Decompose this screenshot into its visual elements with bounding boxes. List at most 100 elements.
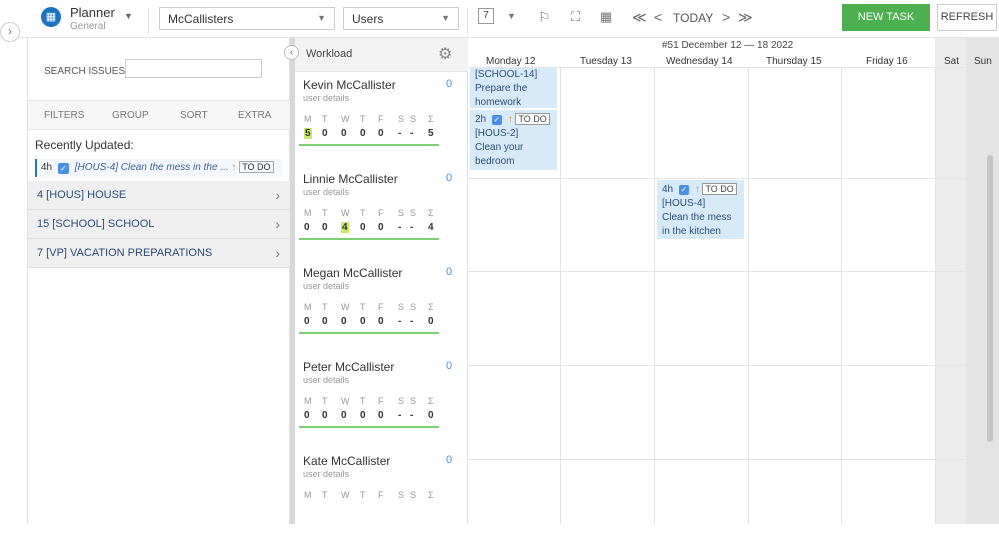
workload-underline [299, 238, 439, 240]
task-card-hous-2[interactable]: 2h ✓ ↑ TO DO [HOUS-2] Clean your bedroom [470, 110, 557, 170]
app-title[interactable]: Planner [70, 5, 115, 20]
status-badge[interactable]: TO DO [239, 161, 274, 173]
workload-underline [299, 332, 439, 334]
user-name[interactable]: Kevin McCallister [303, 78, 396, 92]
group-tab[interactable]: GROUP [112, 110, 149, 121]
search-input[interactable] [125, 59, 262, 78]
day-header-sat: Sat [944, 56, 960, 67]
day-value: 0 [428, 410, 434, 421]
user-name[interactable]: Linnie McCallister [303, 172, 398, 186]
user-details-link[interactable]: user details [303, 375, 349, 385]
collapse-panel-icon[interactable]: ‹ [284, 45, 299, 60]
next-week-icon[interactable]: ≫ [738, 9, 753, 26]
calendar-scrollbar[interactable] [987, 155, 993, 442]
user-details-link[interactable]: user details [303, 281, 349, 291]
grid-line [468, 271, 999, 272]
task-line: [HOUS-2] [475, 128, 519, 139]
day-letter: T [360, 114, 366, 124]
workload-user[interactable]: Kevin McCallister 0 user details M T W T F S S Σ 5 0… [295, 72, 468, 166]
day-letter: Σ [428, 302, 434, 312]
recent-issue-item[interactable]: 4h ✓ [HOUS-4] Clean the mess in the ... … [35, 159, 282, 177]
user-details-link[interactable]: user details [303, 187, 349, 197]
day-letter: T [360, 396, 366, 406]
prev-week-icon[interactable]: ≪ [632, 9, 647, 26]
chevron-down-icon[interactable]: ▼ [507, 11, 516, 21]
grid-line [935, 68, 936, 524]
day-value: 0 [322, 128, 328, 139]
day-value: 0 [322, 410, 328, 421]
refresh-button[interactable]: REFRESH [937, 4, 997, 31]
users-select-value: Users [352, 12, 384, 26]
task-hours: 2h [475, 114, 487, 125]
gear-icon[interactable]: ⚙ [438, 44, 452, 64]
filters-tab[interactable]: FILTERS [44, 110, 84, 121]
user-name[interactable]: Kate McCallister [303, 454, 390, 468]
chevron-right-icon: › [275, 187, 280, 203]
grid-line [468, 365, 999, 366]
extra-tab[interactable]: EXTRA [238, 110, 271, 121]
day-letter: S [398, 396, 405, 406]
workload-header: Workload ⚙ [295, 38, 468, 72]
group-row-vp[interactable]: 7 [VP] VACATION PREPARATIONS › [28, 239, 290, 268]
project-select-value: McCallisters [168, 12, 234, 26]
user-count: 0 [446, 172, 453, 184]
day-letter: M [304, 114, 312, 124]
day-letter: M [304, 208, 312, 218]
day-letter: T [322, 302, 328, 312]
day-value: 0 [341, 410, 347, 421]
day-letter: M [304, 302, 312, 312]
workload-underline [299, 144, 439, 146]
flag-icon[interactable]: ⚐ [538, 9, 551, 26]
expand-sidebar-icon[interactable]: › [0, 22, 20, 42]
workload-user[interactable]: Megan McCallister 0 user details M T W T F S S Σ 0 0… [295, 260, 468, 354]
calendar-grid-icon[interactable]: ▦ [600, 9, 612, 25]
group-row-hous[interactable]: 4 [HOUS] HOUSE › [28, 181, 290, 210]
chevron-down-icon: ▼ [441, 13, 450, 23]
top-toolbar: ▦ Planner General ▼ McCallisters ▼ Users… [0, 0, 999, 38]
expand-icon[interactable]: ⛶ [571, 9, 580, 25]
chevron-down-icon[interactable]: ▼ [124, 11, 133, 21]
checkbox-icon[interactable]: ✓ [57, 163, 69, 174]
workload-user[interactable]: Linnie McCallister 0 user details M T W T F S S Σ 0… [295, 166, 468, 260]
day-value: 0 [322, 316, 328, 327]
calendar-icon[interactable]: ▦ [41, 7, 61, 27]
day-value: 0 [378, 410, 384, 421]
status-badge[interactable]: TO DO [702, 183, 737, 195]
new-task-button[interactable]: NEW TASK [842, 4, 930, 31]
checkbox-icon[interactable]: ✓ [491, 115, 502, 125]
task-card-hous-4[interactable]: 4h ✓ ↑ TO DO [HOUS-4] Clean the mess in … [657, 180, 744, 239]
sort-tab[interactable]: SORT [180, 110, 208, 121]
group-row-school[interactable]: 15 [SCHOOL] SCHOOL › [28, 210, 290, 239]
user-details-link[interactable]: user details [303, 469, 349, 479]
workload-user[interactable]: Kate McCallister 0 user details M T W T F S S Σ [295, 448, 468, 542]
priority-up-icon: ↑ [507, 114, 513, 125]
search-label: SEARCH ISSUES: [44, 66, 128, 77]
users-select[interactable]: Users ▼ [343, 7, 459, 30]
task-card-school-14[interactable]: [SCHOOL-14] Prepare the homework [470, 68, 557, 108]
user-name[interactable]: Megan McCallister [303, 266, 402, 280]
weekend-column-sat [935, 38, 966, 524]
prev-day-icon[interactable]: < [654, 9, 662, 25]
day-count-icon[interactable]: 7 [478, 8, 494, 24]
workload-panel: Workload ⚙ Kevin McCallister 0 user detail… [295, 38, 468, 524]
day-letter: M [304, 396, 312, 406]
day-letter: T [360, 208, 366, 218]
day-letter: W [341, 302, 350, 312]
task-line: [HOUS-4] [662, 198, 706, 209]
divider [148, 8, 149, 34]
project-select[interactable]: McCallisters ▼ [159, 7, 335, 30]
day-value: 5 [304, 128, 312, 139]
user-name[interactable]: Peter McCallister [303, 360, 394, 374]
day-value: 0 [378, 222, 384, 233]
workload-user[interactable]: Peter McCallister 0 user details M T W T F S S Σ 0 0… [295, 354, 468, 448]
weekend-column-sun [966, 38, 999, 524]
user-details-link[interactable]: user details [303, 93, 349, 103]
next-day-icon[interactable]: > [722, 9, 730, 25]
today-button[interactable]: TODAY [673, 11, 713, 25]
status-badge[interactable]: TO DO [515, 113, 550, 125]
checkbox-icon[interactable]: ✓ [678, 185, 689, 195]
day-letter: S [398, 208, 405, 218]
day-letter: F [378, 490, 384, 500]
user-count: 0 [446, 78, 453, 90]
day-header-tue: Tuesday 13 [580, 56, 632, 67]
